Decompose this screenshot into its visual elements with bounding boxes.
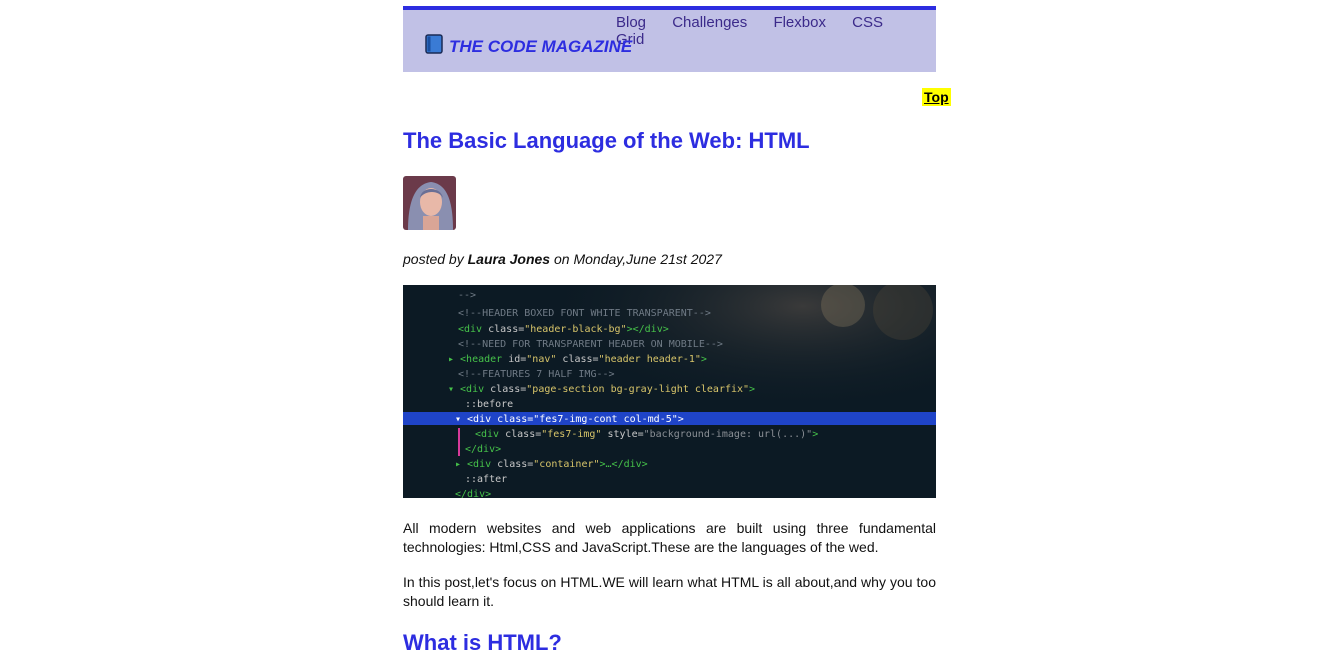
nav-link-blog[interactable]: Blog [616, 14, 646, 31]
svg-text:::after: ::after [465, 474, 507, 485]
nav-link-challenges[interactable]: Challenges [672, 14, 747, 31]
post-date: Monday,June 21st 2027 [573, 251, 722, 267]
svg-text:<div class="fes7-img" style="b: <div class="fes7-img" style="background-… [475, 429, 818, 440]
article-paragraph-1: All modern websites and web applications… [403, 520, 936, 555]
top-button[interactable]: Top [922, 88, 951, 106]
svg-text:▾ <div class="fes7-img-cont co: ▾ <div class="fes7-img-cont col-md-5"> [455, 414, 684, 425]
brand-logo[interactable]: THE CODE MAGAZINE [425, 34, 632, 59]
article-paragraph-2: In this post,let's focus on HTML.WE will… [403, 574, 936, 609]
hero-code-image: --> <!--HEADER BOXED FONT WHITE TRANSPAR… [403, 285, 936, 498]
posted-by-label: posted by [403, 251, 464, 267]
svg-text:<div class="header-black-bg"><: <div class="header-black-bg"></div> [458, 324, 669, 335]
page-wrapper: Blog Challenges Flexbox CSS Grid THE COD… [403, 6, 936, 72]
main-nav: Blog Challenges Flexbox CSS Grid [616, 14, 936, 48]
svg-text:-->: --> [458, 290, 476, 301]
svg-text:::before: ::before [465, 399, 513, 410]
post-meta: posted by Laura Jones on Monday,June 21s… [403, 251, 722, 267]
svg-text:</div>: </div> [455, 489, 491, 498]
svg-text:<!--HEADER BOXED FONT WHITE TR: <!--HEADER BOXED FONT WHITE TRANSPARENT-… [458, 308, 711, 319]
date-prefix: on [553, 251, 570, 267]
svg-text:▸ <div class="container">…</di: ▸ <div class="container">…</div> [455, 459, 648, 470]
svg-text:▸ <header id="nav" class="head: ▸ <header id="nav" class="header header-… [448, 354, 707, 365]
article-title: The Basic Language of the Web: HTML [403, 128, 810, 153]
nav-link-flexbox[interactable]: Flexbox [773, 14, 826, 31]
author-name: Laura Jones [467, 251, 551, 267]
site-header: Blog Challenges Flexbox CSS Grid THE COD… [403, 6, 936, 72]
brand-name: THE CODE MAGAZINE [449, 36, 633, 56]
svg-text:<!--NEED FOR TRANSPARENT HEADE: <!--NEED FOR TRANSPARENT HEADER ON MOBIL… [458, 339, 723, 350]
section-heading-what-is-html: What is HTML? [403, 630, 562, 655]
svg-text:</div>: </div> [465, 444, 501, 455]
book-icon [425, 34, 443, 59]
svg-text:▾ <div class="page-section bg-: ▾ <div class="page-section bg-gray-light… [448, 384, 755, 395]
nav-link-css-grid[interactable]: CSS Grid [616, 14, 883, 48]
svg-text:<!--FEATURES 7 HALF IMG-->: <!--FEATURES 7 HALF IMG--> [458, 369, 615, 380]
author-avatar [403, 176, 456, 230]
